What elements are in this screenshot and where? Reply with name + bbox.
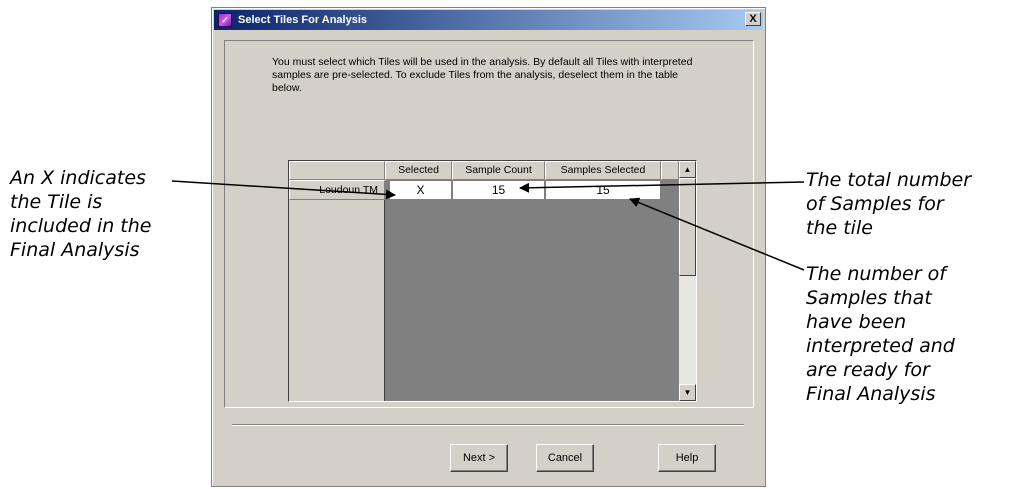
annotation-selected-column: An X indicates the Tile is included in t… (10, 167, 152, 261)
column-header-selected[interactable]: Selected (385, 161, 452, 180)
scroll-down-button[interactable]: ▼ (679, 384, 696, 401)
column-header-samples-selected[interactable]: Samples Selected (545, 161, 661, 180)
cell-samples-selected: 15 (545, 180, 661, 200)
column-header-sample-count[interactable]: Sample Count (452, 161, 545, 180)
tiles-table: Selected Sample Count Samples Selected L… (288, 160, 697, 402)
app-icon: ✓ (218, 13, 232, 27)
table-corner-header (289, 161, 385, 180)
dialog-title: Select Tiles For Analysis (238, 14, 368, 26)
scroll-thumb[interactable] (679, 178, 696, 276)
annotation-samples-selected: The number of Samples that have been int… (806, 263, 955, 405)
cancel-button[interactable]: Cancel (536, 444, 594, 472)
row-header-loudoun[interactable]: Loudoun TM (289, 180, 385, 200)
select-tiles-dialog: ✓ Select Tiles For Analysis X You must s… (211, 7, 766, 487)
vertical-scrollbar[interactable]: ▲ ▼ (679, 161, 696, 401)
next-button[interactable]: Next > (450, 444, 508, 472)
instructions-text: You must select which Tiles will be used… (272, 56, 693, 94)
row-header-column: Loudoun TM (289, 180, 385, 401)
scroll-up-button[interactable]: ▲ (679, 161, 696, 178)
cell-selected[interactable]: X (389, 180, 452, 200)
cell-sample-count: 15 (452, 180, 545, 200)
button-separator (232, 424, 744, 426)
close-button[interactable]: X (745, 12, 761, 26)
column-header-filler (661, 161, 679, 180)
title-bar[interactable]: ✓ Select Tiles For Analysis X (214, 10, 763, 30)
help-button[interactable]: Help (658, 444, 716, 472)
annotation-sample-count: The total number of Samples for the tile (806, 169, 972, 239)
